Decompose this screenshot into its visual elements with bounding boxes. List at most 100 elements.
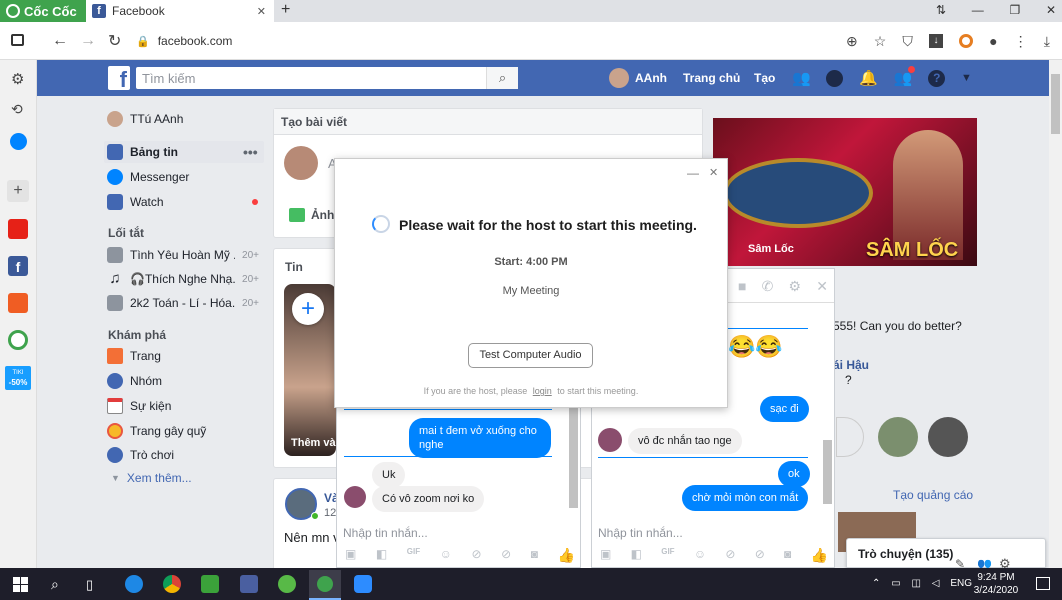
friend-requests-icon[interactable]: 👥 xyxy=(792,69,811,87)
new-tab-button[interactable]: + xyxy=(281,1,290,19)
facebook-logo-icon[interactable]: f xyxy=(108,66,130,90)
profile-link[interactable]: AAnh xyxy=(609,68,667,88)
coccoc-rail-icon[interactable] xyxy=(8,330,28,350)
scrollbar-thumb[interactable] xyxy=(1051,74,1060,134)
save-page-icon[interactable]: ↓ xyxy=(928,34,943,48)
tab-facebook[interactable]: f Facebook ✕ xyxy=(86,0,274,22)
bookmark-star-icon[interactable]: ☆ xyxy=(874,33,887,50)
sidebar-item-events[interactable]: Sự kiện xyxy=(107,396,171,416)
like-icon[interactable]: 👍 xyxy=(811,547,828,563)
search-button[interactable]: ⌕ xyxy=(486,67,518,89)
menu-icon[interactable]: ⋮ xyxy=(1014,33,1028,50)
task-view-icon[interactable]: ▯ xyxy=(86,577,93,593)
account-menu-icon[interactable]: ▼ xyxy=(961,72,972,84)
chat-message-input[interactable]: Nhập tin nhắn... xyxy=(343,526,428,540)
shopee-icon[interactable] xyxy=(8,293,28,313)
minimize-icon[interactable]: — xyxy=(687,166,699,180)
news-feed-link[interactable]: Bảng tin xyxy=(107,142,178,162)
link-icon[interactable]: ⊘ xyxy=(501,547,511,563)
dev-app-icon[interactable] xyxy=(240,575,258,593)
account-icon[interactable]: ● xyxy=(989,33,997,49)
photo-button[interactable]: Ảnh xyxy=(289,208,334,222)
battery-icon[interactable]: ▭ xyxy=(891,578,900,592)
sticker-icon[interactable]: ◧ xyxy=(376,547,387,563)
chat-scrollbar[interactable] xyxy=(823,440,832,504)
zoom-icon[interactable]: ⊕ xyxy=(846,33,858,50)
add-story-plus-icon[interactable]: + xyxy=(292,293,324,325)
window-close-icon[interactable]: ✕ xyxy=(1046,3,1056,17)
video-call-icon[interactable]: ■ xyxy=(738,278,746,294)
sidebar-toggle-icon[interactable] xyxy=(11,34,24,46)
notifications-icon[interactable]: 🔔 xyxy=(859,69,878,87)
sidebar-item-groups[interactable]: Nhóm xyxy=(107,371,162,391)
tiki-sale-icon[interactable]: TIKI -50% xyxy=(5,366,31,390)
facebook-rail-icon[interactable]: f xyxy=(8,256,28,276)
app-icon[interactable] xyxy=(278,575,296,593)
zoom-app-icon[interactable] xyxy=(354,575,372,593)
more-options-icon[interactable]: ••• xyxy=(243,144,258,160)
emoji-icon[interactable]: ☺ xyxy=(694,547,706,563)
avatar[interactable] xyxy=(928,417,968,457)
settings-gear-icon[interactable]: ⚙ xyxy=(789,278,802,294)
browser-logo[interactable]: Cốc Cốc xyxy=(0,0,86,22)
search-icon[interactable]: ⌕ xyxy=(51,576,59,593)
sidebar-item-pages[interactable]: Trang xyxy=(107,346,161,366)
sidebar-item-fundraisers[interactable]: Trang gây quỹ xyxy=(107,421,206,441)
volume-icon[interactable]: ◁ xyxy=(932,578,940,592)
attach-icon[interactable]: ⊘ xyxy=(725,547,735,563)
messenger-rail-icon[interactable] xyxy=(10,133,27,150)
minimize-icon[interactable]: — xyxy=(972,3,984,17)
gif-icon[interactable]: GIF xyxy=(661,547,674,563)
chat-scrollbar[interactable] xyxy=(569,408,578,508)
taskbar-clock[interactable]: 9:24 PM 3/24/2020 xyxy=(966,571,1026,597)
nav-create-link[interactable]: Tạo xyxy=(754,71,775,85)
help-icon[interactable]: ? xyxy=(928,69,946,87)
shortcut-item[interactable]: ♫ 🎧Thích Nghe Nhạ... 20+ xyxy=(107,269,259,289)
nav-home-link[interactable]: Trang chủ xyxy=(683,71,740,85)
tab-close-icon[interactable]: ✕ xyxy=(257,5,266,18)
tab-menu-icon[interactable]: ⇅ xyxy=(936,3,946,17)
see-more-link[interactable]: ▼ Xem thêm... xyxy=(107,468,192,488)
youtube-icon[interactable] xyxy=(8,219,28,239)
app-icon[interactable] xyxy=(201,575,219,593)
link-icon[interactable]: ⊘ xyxy=(755,547,765,563)
like-icon[interactable]: 👍 xyxy=(558,547,575,563)
chat-dock[interactable]: Trò chuyện (135) ✎ 👥 ⚙ xyxy=(846,538,1046,571)
download-icon[interactable]: ⤓ xyxy=(1044,33,1050,50)
back-icon[interactable]: ← xyxy=(52,32,68,50)
add-panel-icon[interactable]: + xyxy=(7,180,29,202)
network-icon[interactable]: ◫ xyxy=(912,578,921,592)
sidebar-item-watch[interactable]: Watch xyxy=(107,192,164,212)
settings-gear-icon[interactable]: ⚙ xyxy=(11,70,24,88)
shield-icon[interactable]: ⛉ xyxy=(902,33,913,50)
forward-icon[interactable]: → xyxy=(80,32,96,50)
sticker-icon[interactable]: ◧ xyxy=(631,547,642,563)
login-link[interactable]: login xyxy=(533,386,552,396)
address-bar[interactable]: 🔒 facebook.com xyxy=(136,30,836,52)
edge-icon[interactable] xyxy=(125,575,143,593)
windows-start-icon[interactable] xyxy=(13,577,28,592)
attach-icon[interactable]: ⊘ xyxy=(471,547,481,563)
messenger-icon[interactable] xyxy=(826,69,844,87)
photo-icon[interactable]: ▣ xyxy=(600,547,611,563)
notification-center-icon[interactable] xyxy=(1036,577,1050,590)
phone-icon[interactable]: ✆ xyxy=(762,278,774,294)
close-icon[interactable]: ✕ xyxy=(816,278,828,294)
tray-chevron-icon[interactable]: ⌃ xyxy=(872,578,880,592)
avatar[interactable] xyxy=(836,417,864,457)
emoji-icon[interactable]: ☺ xyxy=(440,547,452,563)
sidebar-item-games[interactable]: Trò chơi xyxy=(107,445,174,465)
chat-message-input[interactable]: Nhập tin nhắn... xyxy=(598,526,683,540)
shortcut-item[interactable]: Tình Yêu Hoàn Mỹ ... 20+ xyxy=(107,245,259,265)
sidebar-item-messenger[interactable]: Messenger xyxy=(107,167,189,187)
sponsored-link[interactable]: Tạo quảng cáo xyxy=(893,488,973,502)
page-scrollbar[interactable] xyxy=(1049,60,1062,568)
maximize-icon[interactable]: ❐ xyxy=(1009,3,1020,17)
camera-icon[interactable]: ◙ xyxy=(784,547,791,563)
gif-icon[interactable]: GIF xyxy=(407,547,420,563)
coccoc-taskbar-icon[interactable] xyxy=(309,570,341,600)
photo-icon[interactable]: ▣ xyxy=(345,547,356,563)
avatar[interactable] xyxy=(878,417,918,457)
camera-icon[interactable]: ◙ xyxy=(531,547,538,563)
reload-icon[interactable]: ↻ xyxy=(108,31,121,51)
